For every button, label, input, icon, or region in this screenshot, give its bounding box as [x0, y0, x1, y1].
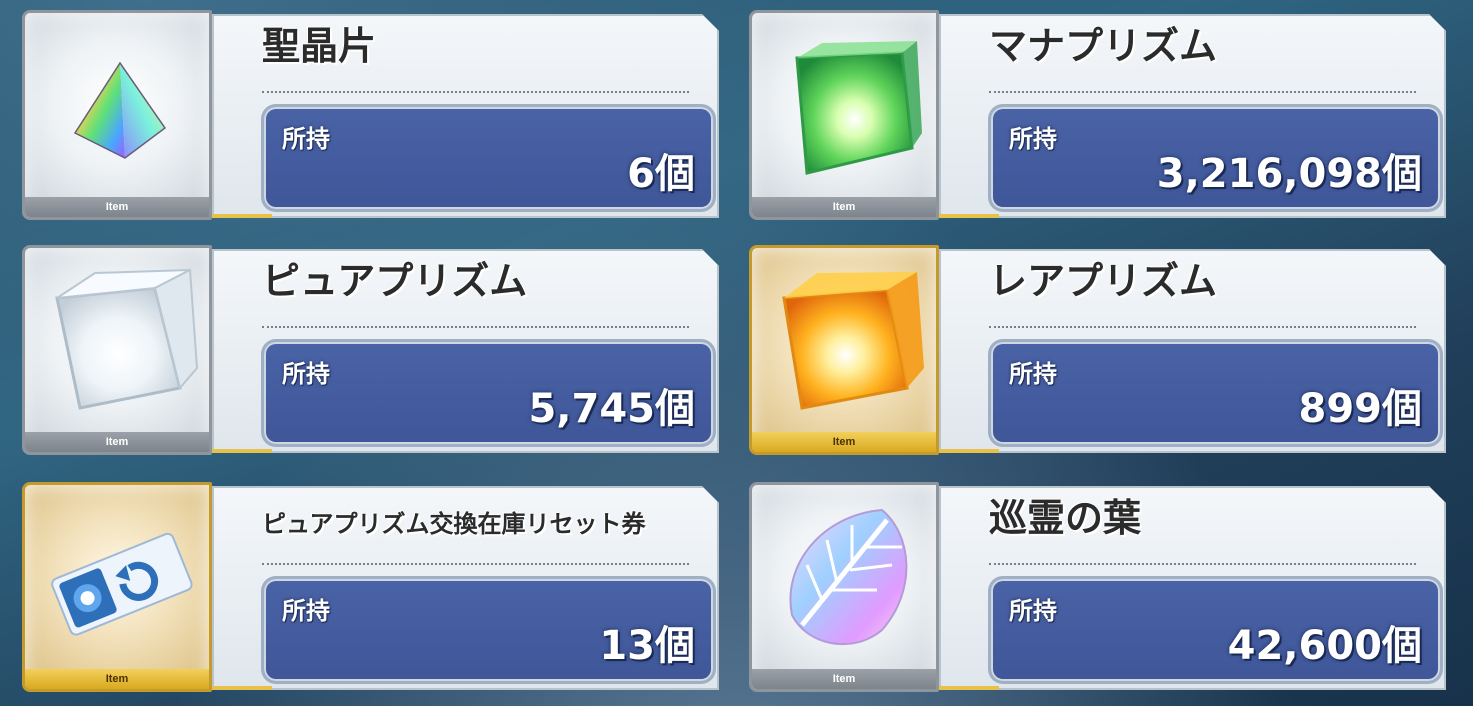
owned-label: 所持	[1009, 360, 1057, 388]
item-thumbnail: Item	[22, 245, 212, 455]
owned-box: 所持 3,216,098個	[991, 107, 1440, 209]
owned-label: 所持	[1009, 125, 1057, 153]
owned-box: 所持 5,745個	[264, 342, 713, 444]
item-thumbnail: Item	[22, 10, 212, 220]
owned-box: 所持 13個	[264, 579, 713, 681]
owned-count: 899個	[1298, 386, 1423, 432]
divider	[262, 563, 689, 565]
owned-count: 13個	[599, 623, 695, 669]
divider	[989, 91, 1416, 93]
item-name: ピュアプリズム交換在庫リセット券	[262, 510, 646, 538]
divider	[262, 91, 689, 93]
owned-box: 所持 42,600個	[991, 579, 1440, 681]
item-card-pure-prism[interactable]: Item ピュアプリズム 所持 5,745個	[22, 245, 719, 455]
item-card-reset-ticket[interactable]: Item ピュアプリズム交換在庫リセット券 所持 13個	[22, 482, 719, 692]
owned-label: 所持	[1009, 597, 1057, 625]
divider	[989, 563, 1416, 565]
item-thumbnail: Item	[749, 10, 939, 220]
item-info-panel: 聖晶片 所持 6個	[212, 14, 719, 218]
divider	[989, 326, 1416, 328]
spirit-leaf-icon	[789, 508, 908, 646]
item-card-spirit-leaf[interactable]: Item 巡霊の葉 所持 42,600個	[749, 482, 1446, 692]
item-name: 巡霊の葉	[989, 496, 1142, 540]
item-type-tag: Item	[752, 669, 936, 689]
item-type-tag: Item	[25, 432, 209, 452]
owned-label: 所持	[282, 597, 330, 625]
rainbow-pyramid-icon	[73, 61, 167, 159]
owned-label: 所持	[282, 360, 330, 388]
item-name: ピュアプリズム	[262, 259, 528, 303]
owned-count: 6個	[627, 151, 695, 197]
owned-box: 所持 6個	[264, 107, 713, 209]
item-type-tag: Item	[752, 197, 936, 217]
item-info-panel: マナプリズム 所持 3,216,098個	[939, 14, 1446, 218]
item-info-panel: レアプリズム 所持 899個	[939, 249, 1446, 453]
item-type-tag: Item	[752, 432, 936, 452]
item-thumbnail: Item	[749, 482, 939, 692]
reset-ticket-icon	[51, 532, 193, 636]
owned-count: 5,745個	[528, 386, 695, 432]
item-card-saint-quartz-fragment[interactable]: Item 聖晶片 所持 6個	[22, 10, 719, 220]
item-type-tag: Item	[25, 197, 209, 217]
white-prism-icon	[55, 268, 199, 410]
item-name: 聖晶片	[262, 24, 377, 68]
item-thumbnail: Item	[22, 482, 212, 692]
owned-label: 所持	[282, 125, 330, 153]
item-info-panel: ピュアプリズム 所持 5,745個	[212, 249, 719, 453]
item-card-rare-prism[interactable]: Item レアプリズム 所持 899個	[749, 245, 1446, 455]
item-info-panel: ピュアプリズム交換在庫リセット券 所持 13個	[212, 486, 719, 690]
gold-prism-icon	[782, 272, 924, 410]
item-name: レアプリズム	[989, 259, 1218, 303]
item-info-panel: 巡霊の葉 所持 42,600個	[939, 486, 1446, 690]
item-type-tag: Item	[25, 669, 209, 689]
item-name: マナプリズム	[989, 24, 1218, 68]
owned-box: 所持 899個	[991, 342, 1440, 444]
green-prism-icon	[795, 41, 922, 175]
owned-count: 3,216,098個	[1156, 151, 1422, 197]
divider	[262, 326, 689, 328]
item-card-mana-prism[interactable]: Item マナプリズム 所持 3,216,098個	[749, 10, 1446, 220]
owned-count: 42,600個	[1227, 623, 1422, 669]
item-thumbnail: Item	[749, 245, 939, 455]
